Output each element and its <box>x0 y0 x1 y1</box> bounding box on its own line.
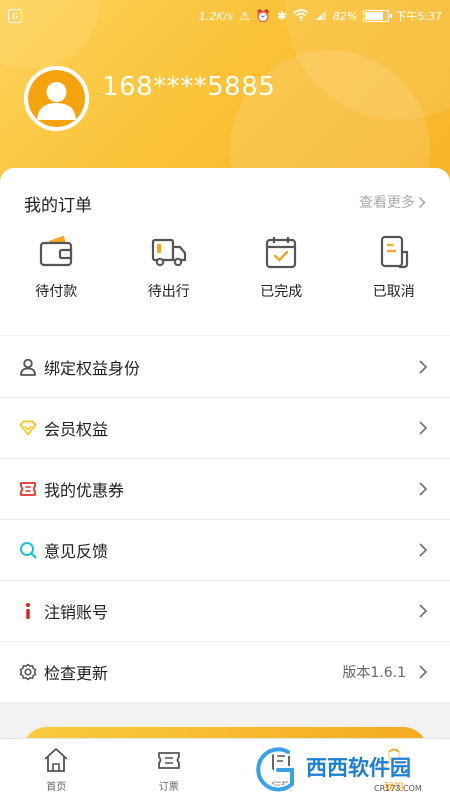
gear-icon <box>18 662 38 682</box>
watermark-logo: 西西软件园 CR173.COM <box>254 745 440 794</box>
chevron-right-icon <box>419 604 428 618</box>
menu-label: 检查更新 <box>44 664 109 683</box>
signal-icon <box>315 9 327 24</box>
view-more-link[interactable]: 查看更多 <box>359 192 426 212</box>
order-pending-payment[interactable]: 待付款 <box>0 234 113 301</box>
clock: 下午5:37 <box>395 10 442 23</box>
status-bar-right: 1.2K/s ⚠ ⏰ ✱ 82% 下午5:37 <box>199 8 442 24</box>
person-icon <box>18 357 38 377</box>
chevron-right-icon <box>419 421 428 435</box>
view-more-label: 查看更多 <box>359 195 415 211</box>
avatar-person-icon <box>28 70 85 127</box>
info-icon <box>18 601 38 621</box>
menu-my-coupons[interactable]: 我的优惠券 <box>0 458 450 519</box>
coupon-icon <box>18 479 38 499</box>
bluetooth-icon: ✱ <box>276 9 287 23</box>
app-notification-icon: G <box>8 9 22 23</box>
tab-tickets[interactable]: 订票 <box>113 739 226 800</box>
order-to-travel[interactable]: 待出行 <box>113 234 226 301</box>
user-phone: 168****5885 <box>102 72 276 102</box>
watermark-url: CR173.COM <box>374 784 422 793</box>
order-item-label: 已取消 <box>372 284 415 300</box>
alarm-icon: ⏰ <box>255 9 271 23</box>
wifi-icon <box>293 8 309 24</box>
battery-percent: 82% <box>332 9 358 23</box>
menu-label: 我的优惠券 <box>44 481 125 500</box>
tab-home[interactable]: 首页 <box>0 739 113 800</box>
tab-label: 首页 <box>46 782 67 793</box>
status-bar: G 1.2K/s ⚠ ⏰ ✱ 82% 下午5:37 <box>0 0 450 32</box>
menu-bind-identity[interactable]: 绑定权益身份 <box>0 336 450 397</box>
truck-icon <box>151 238 186 267</box>
home-icon <box>44 748 68 772</box>
order-item-label: 待出行 <box>147 284 190 300</box>
menu-label: 注销账号 <box>44 603 109 622</box>
app-version: 版本1.6.1 <box>342 665 406 681</box>
silent-icon: ⚠ <box>239 9 250 23</box>
site-watermark: 西西软件园 CR173.COM <box>254 744 446 796</box>
order-status-list: 待付款 待出行 已完成 已取消 <box>0 234 450 301</box>
order-completed[interactable]: 已完成 <box>225 234 338 301</box>
my-orders-card: 我的订单 查看更多 待付款 待出行 已完成 已取消 <box>0 168 450 335</box>
avatar[interactable] <box>24 66 89 131</box>
menu-delete-account[interactable]: 注销账号 <box>0 580 450 641</box>
tab-label: 订票 <box>158 782 179 793</box>
watermark-text: 西西软件园 <box>306 756 411 780</box>
calendar-check-icon <box>266 237 297 269</box>
chevron-right-icon <box>418 196 426 208</box>
diamond-icon <box>18 418 38 438</box>
order-item-label: 待付款 <box>35 284 78 300</box>
menu-check-update[interactable]: 检查更新 版本1.6.1 <box>0 641 450 702</box>
ticket-icon <box>157 752 180 769</box>
chevron-right-icon <box>419 665 428 679</box>
menu-feedback[interactable]: 意见反馈 <box>0 519 450 580</box>
network-speed: 1.2K/s <box>198 9 234 23</box>
wallet-icon <box>40 235 73 267</box>
search-feedback-icon <box>18 540 38 560</box>
orders-title: 我的订单 <box>24 196 92 216</box>
order-item-label: 已完成 <box>260 284 303 300</box>
menu-label: 意见反馈 <box>44 542 109 561</box>
profile-screen: G 1.2K/s ⚠ ⏰ ✱ 82% 下午5:37 168****5885 我的… <box>0 0 450 800</box>
chevron-right-icon <box>419 482 428 496</box>
menu-label: 会员权益 <box>44 420 109 439</box>
chevron-right-icon <box>419 359 428 374</box>
chevron-right-icon <box>419 543 428 557</box>
battery-icon <box>363 10 393 22</box>
menu-member-benefits[interactable]: 会员权益 <box>0 397 450 458</box>
settings-menu: 绑定权益身份 会员权益 我的优惠券 意见反馈 注销账号 检查更新 版本1.6.1 <box>0 336 450 702</box>
battery-fill <box>365 12 384 20</box>
order-cancelled[interactable]: 已取消 <box>338 234 450 301</box>
menu-label: 绑定权益身份 <box>44 358 141 378</box>
cancelled-doc-icon <box>380 235 408 269</box>
